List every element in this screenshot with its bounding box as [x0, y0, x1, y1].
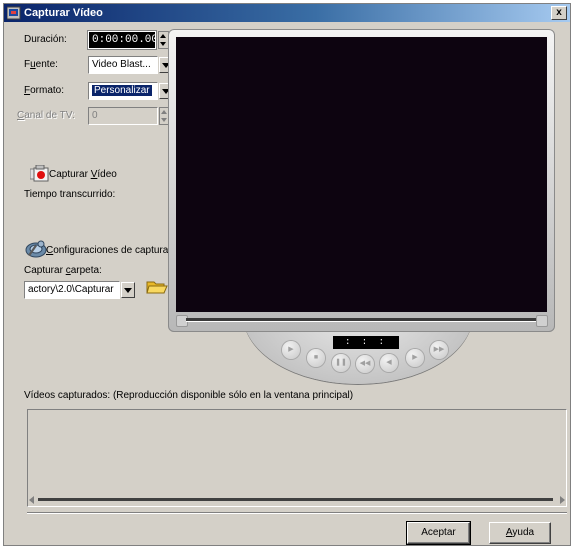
seek-end-cap	[536, 315, 548, 327]
separator	[27, 512, 567, 514]
close-button[interactable]: x	[551, 6, 567, 20]
scroll-left-icon[interactable]	[29, 496, 34, 504]
open-folder-icon[interactable]	[146, 278, 168, 296]
tv-channel-field[interactable]: 0	[88, 107, 158, 125]
tv-channel-label: Canal de TV:	[17, 110, 75, 121]
stop-button[interactable]: ■	[307, 349, 325, 367]
step-back-button[interactable]: ◀	[380, 354, 398, 372]
pause-button[interactable]: ❚❚	[332, 354, 350, 372]
scroll-track[interactable]	[38, 498, 553, 501]
capture-folder-select[interactable]: actory\2.0\Capturar	[24, 281, 120, 299]
fast-forward-button[interactable]: ▶▶	[430, 341, 448, 359]
elapsed-time-label: Tiempo transcurrido:	[24, 189, 116, 200]
play-button[interactable]: ▶	[282, 341, 300, 359]
accept-button[interactable]: Aceptar	[406, 521, 471, 545]
format-label: Formato:	[24, 85, 65, 96]
record-camera-icon[interactable]	[30, 165, 50, 183]
capture-video-button[interactable]: Capturar Vídeo	[49, 169, 117, 180]
capture-settings-icon[interactable]	[25, 239, 47, 259]
window-title: Capturar Vídeo	[24, 7, 103, 19]
player-time-display: : : :	[333, 336, 399, 349]
scroll-right-icon[interactable]	[560, 496, 565, 504]
duration-label: Duración:	[24, 34, 67, 45]
capture-app-icon	[7, 6, 21, 20]
capture-settings-button[interactable]: Configuraciones de captura...	[46, 245, 177, 256]
format-select[interactable]: Personalizar	[88, 82, 158, 100]
source-select[interactable]: Video Blast...	[88, 56, 158, 74]
seek-bar[interactable]	[186, 318, 537, 322]
video-preview-player: : : : ▶ ■ ❚❚ ◀◀ ◀ ▶ ▶▶	[168, 29, 555, 386]
video-preview-screen	[176, 37, 547, 312]
captured-videos-label: Vídeos capturados: (Reproducción disponi…	[24, 390, 354, 401]
step-forward-button[interactable]: ▶	[406, 349, 424, 367]
captured-list-scrollbar[interactable]	[28, 493, 566, 506]
duration-field[interactable]: 0:00:00.00	[87, 30, 157, 50]
capture-folder-label: Capturar carpeta:	[24, 265, 102, 276]
capture-folder-dropdown-button[interactable]	[121, 282, 135, 298]
source-label: Fuente:	[24, 59, 58, 70]
preview-frame	[168, 29, 555, 332]
help-button[interactable]: Ayuda	[489, 522, 551, 544]
capture-video-dialog: Capturar Vídeo x Duración: 0:00:00.00 Fu…	[3, 3, 571, 546]
rewind-button[interactable]: ◀◀	[356, 355, 374, 373]
title-bar[interactable]: Capturar Vídeo x	[4, 4, 570, 22]
